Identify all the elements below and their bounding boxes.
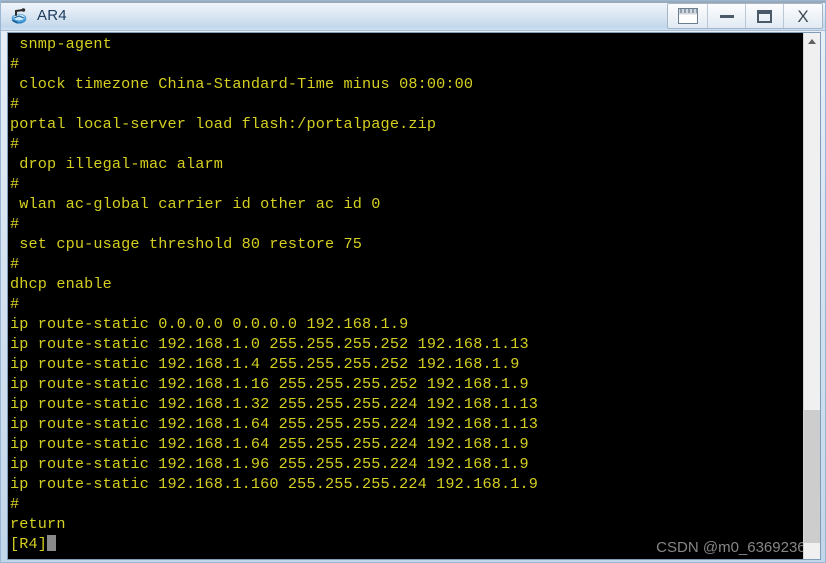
- chevron-up-icon: [808, 39, 816, 44]
- terminal-line: clock timezone China-Standard-Time minus…: [10, 75, 474, 93]
- window-controls: X: [667, 3, 823, 29]
- terminal-line: ip route-static 0.0.0.0 0.0.0.0 192.168.…: [10, 315, 409, 333]
- terminal-line: ip route-static 192.168.1.64 255.255.255…: [10, 415, 539, 433]
- terminal-line: portal local-server load flash:/portalpa…: [10, 115, 437, 133]
- scroll-up-button[interactable]: [804, 33, 820, 50]
- terminal-line: #: [10, 55, 20, 73]
- terminal-prompt: [R4]: [10, 535, 48, 553]
- terminal-line: #: [10, 215, 20, 233]
- terminal-line: ip route-static 192.168.1.96 255.255.255…: [10, 455, 529, 473]
- terminal-cursor: [47, 535, 57, 551]
- terminal-line: return: [10, 515, 66, 533]
- title-bar[interactable]: AR4 X: [1, 1, 825, 31]
- close-icon: X: [797, 6, 809, 26]
- terminal-line: #: [10, 95, 20, 113]
- title-bar-left: AR4: [10, 4, 67, 28]
- terminal-line: drop illegal-mac alarm: [10, 155, 224, 173]
- window-title: AR4: [37, 7, 67, 24]
- maximize-icon: [757, 9, 772, 23]
- terminal-line: ip route-static 192.168.1.4 255.255.255.…: [10, 355, 520, 373]
- terminal-line: #: [10, 255, 20, 273]
- terminal-line: #: [10, 175, 20, 193]
- terminal-line: ip route-static 192.168.1.64 255.255.255…: [10, 435, 529, 453]
- terminal-line: dhcp enable: [10, 275, 112, 293]
- vertical-scrollbar[interactable]: [803, 33, 820, 559]
- restore-icon: [677, 8, 698, 24]
- close-button[interactable]: X: [784, 4, 822, 28]
- minimize-button[interactable]: [708, 4, 746, 28]
- maximize-button[interactable]: [746, 4, 784, 28]
- terminal-output[interactable]: snmp-agent # clock timezone China-Standar…: [8, 33, 805, 559]
- restore-down-button[interactable]: [668, 4, 708, 28]
- terminal-line: ip route-static 192.168.1.0 255.255.255.…: [10, 335, 529, 353]
- terminal-line: wlan ac-global carrier id other ac id 0: [10, 195, 381, 213]
- terminal-line: snmp-agent: [10, 35, 112, 53]
- terminal-prompt-line[interactable]: [R4]: [10, 534, 805, 554]
- terminal-line: ip route-static 192.168.1.16 255.255.255…: [10, 375, 529, 393]
- terminal-line: ip route-static 192.168.1.160 255.255.25…: [10, 475, 539, 493]
- minimize-icon: [719, 14, 734, 18]
- terminal-line: ip route-static 192.168.1.32 255.255.255…: [10, 395, 539, 413]
- scrollbar-track[interactable]: [804, 50, 820, 559]
- scrollbar-thumb[interactable]: [804, 410, 820, 543]
- terminal-frame: snmp-agent # clock timezone China-Standar…: [7, 32, 821, 560]
- terminal-line: #: [10, 135, 20, 153]
- terminal-line: #: [10, 495, 20, 513]
- terminal-window: AR4 X snmp-agent # clock timezone China-S…: [0, 0, 826, 563]
- terminal-line: #: [10, 295, 20, 313]
- router-icon: [10, 6, 30, 26]
- terminal-line: set cpu-usage threshold 80 restore 75: [10, 235, 363, 253]
